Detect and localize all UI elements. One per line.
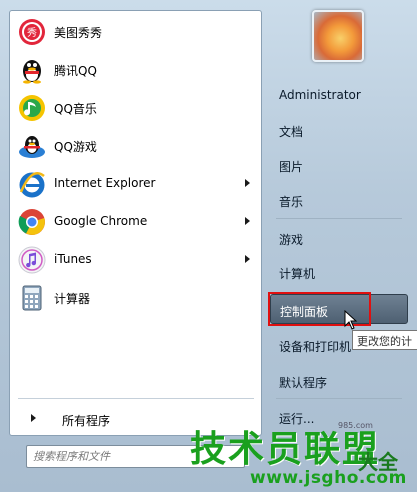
program-label: iTunes (54, 252, 92, 266)
qq-game-icon (19, 136, 45, 158)
program-item-meitu[interactable]: 秀 美图秀秀 (10, 15, 261, 49)
right-item-pictures[interactable]: 图片 (270, 150, 408, 180)
devices-printers-label: 设备和打印机 (279, 340, 352, 354)
program-label: 计算器 (54, 292, 91, 306)
program-label: QQ音乐 (54, 102, 97, 116)
right-separator (276, 218, 402, 219)
program-item-qq-music[interactable]: QQ音乐 (10, 91, 261, 125)
user-avatar[interactable] (312, 10, 364, 62)
program-item-qq-game[interactable]: QQ游戏 (10, 129, 261, 163)
program-item-qq[interactable]: 腾讯QQ (10, 53, 261, 87)
qq-penguin-icon (23, 60, 41, 84)
meitu-icon: 秀 (19, 19, 45, 45)
program-item-chrome[interactable]: Google Chrome (10, 205, 261, 239)
tooltip: 更改您的计 (352, 330, 417, 350)
all-programs-label: 所有程序 (62, 414, 111, 428)
programs-pane: 秀 美图秀秀 腾讯QQ QQ音乐 QQ游戏 Internet Explorer … (9, 10, 262, 436)
program-item-itunes[interactable]: iTunes (10, 243, 261, 277)
submenu-arrow-icon[interactable] (245, 179, 250, 187)
mouse-cursor-icon (344, 310, 358, 330)
svg-text:秀: 秀 (27, 27, 37, 39)
music-label: 音乐 (279, 195, 304, 209)
program-item-calculator[interactable]: 计算器 (10, 281, 261, 315)
watermark-main-text: 技术员联盟 (190, 429, 381, 470)
program-label: Google Chrome (54, 214, 148, 228)
itunes-icon (18, 246, 46, 274)
program-label: Internet Explorer (54, 176, 156, 190)
right-item-documents[interactable]: 文档 (270, 115, 408, 145)
watermark-url-text: www.jsgho.com (250, 468, 407, 488)
pictures-label: 图片 (279, 160, 304, 174)
documents-label: 文档 (279, 125, 304, 139)
submenu-arrow-icon[interactable] (245, 217, 250, 225)
program-label: 美图秀秀 (54, 26, 103, 40)
user-name-label: Administrator (279, 88, 361, 102)
right-item-computer[interactable]: 计算机 (270, 257, 408, 287)
programs-separator (18, 398, 254, 399)
right-item-user[interactable]: Administrator (270, 80, 408, 110)
right-item-default-programs[interactable]: 默认程序 (270, 366, 408, 396)
calculator-icon (22, 285, 42, 311)
games-label: 游戏 (279, 233, 304, 247)
right-item-music[interactable]: 音乐 (270, 185, 408, 215)
program-label: 腾讯QQ (54, 64, 97, 78)
submenu-arrow-icon[interactable] (245, 255, 250, 263)
right-item-games[interactable]: 游戏 (270, 223, 408, 253)
right-separator (276, 398, 402, 399)
qq-music-icon (19, 95, 45, 121)
chrome-icon (18, 209, 45, 235)
all-programs-arrow-icon (31, 414, 36, 422)
internet-explorer-icon (19, 172, 45, 198)
program-label: QQ游戏 (54, 140, 97, 154)
default-programs-label: 默认程序 (279, 376, 328, 390)
program-item-internet-explorer[interactable]: Internet Explorer (10, 167, 261, 201)
computer-label: 计算机 (279, 267, 316, 281)
